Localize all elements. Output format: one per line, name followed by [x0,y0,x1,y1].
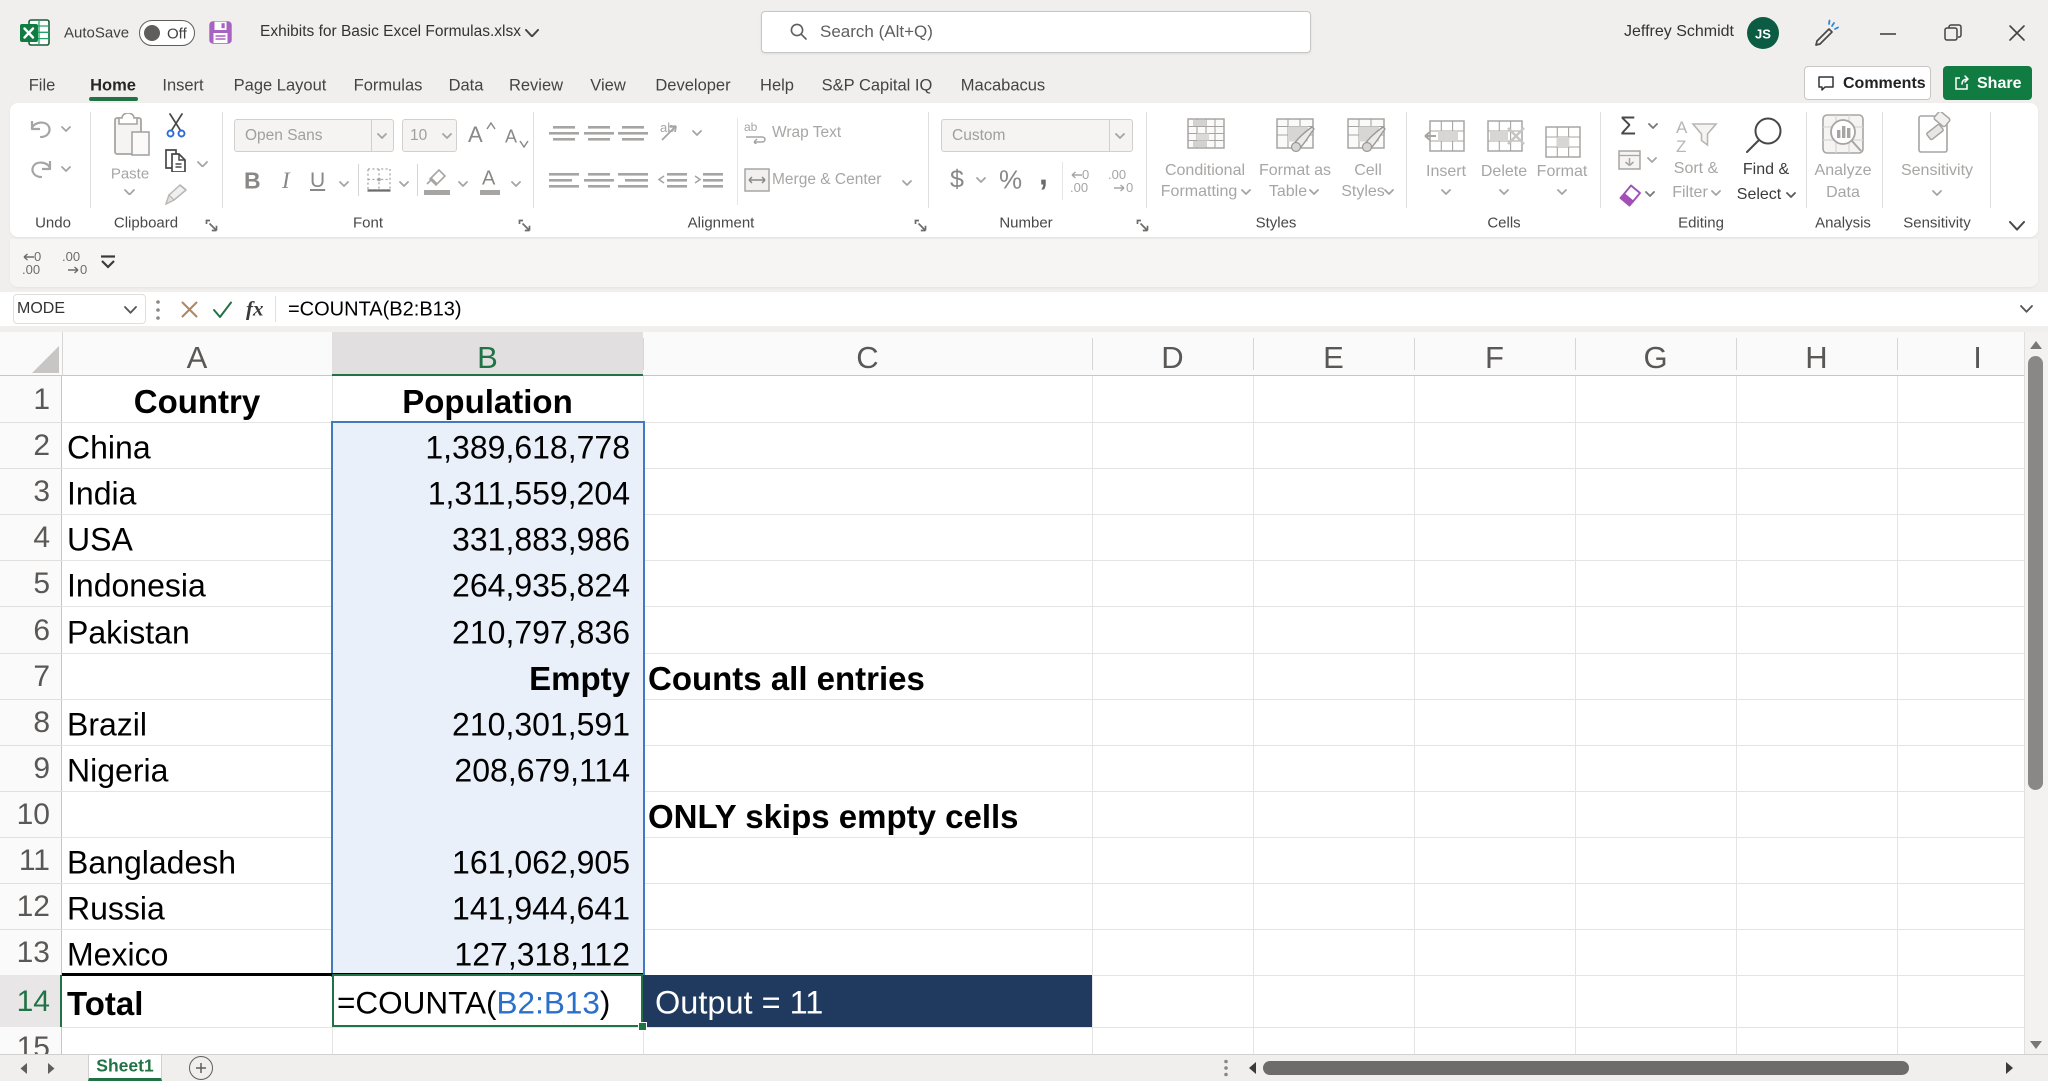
svg-text:.00: .00 [62,250,80,264]
svg-text:0: 0 [80,262,87,276]
svg-text:.00: .00 [1070,180,1088,194]
svg-text:.00: .00 [1108,168,1126,182]
svg-text:ab: ab [660,120,674,135]
svg-text:A: A [1676,118,1688,137]
svg-text:.00: .00 [22,262,40,276]
svg-text:Z: Z [1676,137,1686,154]
svg-text:0: 0 [1126,180,1133,194]
svg-text:ab: ab [744,122,758,134]
